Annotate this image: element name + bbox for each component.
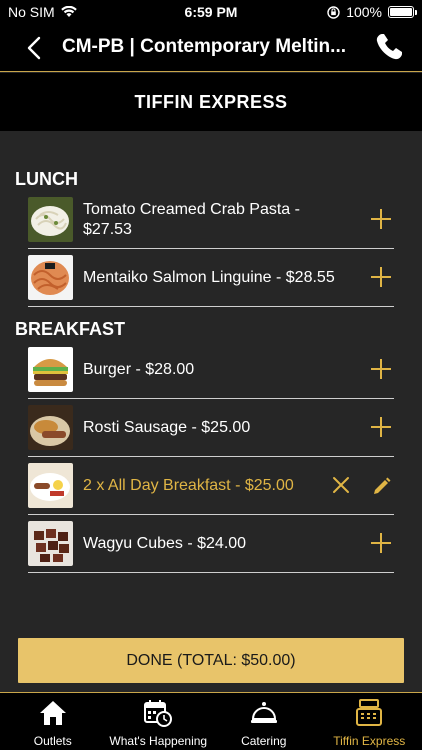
- nav-bar: CM-PB | Contemporary Meltin...: [0, 24, 422, 72]
- add-icon[interactable]: [370, 532, 392, 554]
- calendar-clock-icon: [144, 700, 173, 727]
- dish-thumbnail: [28, 255, 73, 300]
- tab-catering[interactable]: Catering: [211, 693, 317, 750]
- battery-percent: 100%: [346, 4, 382, 20]
- back-button[interactable]: [20, 34, 48, 62]
- menu-list: LUNCH Tomato Creamed Crab Pasta - $27.53…: [0, 131, 422, 636]
- add-icon[interactable]: [370, 358, 392, 380]
- dish-thumbnail: [28, 521, 73, 566]
- list-item[interactable]: Mentaiko Salmon Linguine - $28.55: [28, 249, 394, 307]
- item-label: Burger - $28.00: [83, 360, 195, 378]
- item-label: Wagyu Cubes - $24.00: [83, 534, 247, 552]
- tab-label: What's Happening: [109, 734, 208, 748]
- category-breakfast: BREAKFAST: [15, 319, 126, 339]
- edit-icon[interactable]: [372, 476, 392, 496]
- orientation-lock-icon: [327, 5, 340, 19]
- page-title: CM-PB | Contemporary Meltin...: [62, 36, 346, 57]
- category-lunch: LUNCH: [15, 169, 78, 189]
- phone-icon: [376, 34, 402, 60]
- list-item[interactable]: Burger - $28.00: [28, 341, 394, 399]
- tab-tiffin-express[interactable]: Tiffin Express: [317, 693, 422, 750]
- item-label: Mentaiko Salmon Linguine - $28.55: [83, 268, 335, 286]
- dish-thumbnail: [28, 197, 73, 242]
- status-bar: No SIM 6:59 PM 100%: [0, 0, 422, 24]
- add-icon[interactable]: [370, 416, 392, 438]
- dish-thumbnail: [28, 405, 73, 450]
- add-icon[interactable]: [370, 208, 392, 230]
- list-item-selected[interactable]: 2 x All Day Breakfast - $25.00: [28, 457, 394, 515]
- add-icon[interactable]: [370, 266, 392, 288]
- tab-label: Catering: [241, 734, 287, 748]
- done-button[interactable]: DONE (TOTAL: $50.00): [18, 638, 404, 683]
- call-button[interactable]: [374, 32, 404, 62]
- list-item[interactable]: Rosti Sausage - $25.00: [28, 399, 394, 457]
- tab-outlets[interactable]: Outlets: [0, 693, 106, 750]
- home-icon: [39, 701, 66, 725]
- tab-bar: Outlets What's Happening Catering Tiffin…: [0, 692, 422, 750]
- battery-icon: [388, 6, 417, 18]
- tab-label: Outlets: [33, 734, 72, 748]
- chevron-left-icon: [27, 36, 41, 60]
- cloche-icon: [250, 702, 277, 723]
- tab-whats-happening[interactable]: What's Happening: [106, 693, 212, 750]
- status-right: 100%: [327, 4, 417, 20]
- cash-register-icon: [356, 699, 383, 726]
- item-label: Tomato Creamed Crab Pasta - $27.53: [83, 200, 300, 238]
- list-item[interactable]: Tomato Creamed Crab Pasta - $27.53: [28, 191, 394, 249]
- dish-thumbnail: [28, 347, 73, 392]
- item-label: Rosti Sausage - $25.00: [83, 418, 251, 436]
- section-header: TIFFIN EXPRESS: [0, 73, 422, 131]
- dish-thumbnail: [28, 463, 73, 508]
- remove-icon[interactable]: [332, 476, 350, 494]
- list-item[interactable]: Wagyu Cubes - $24.00: [28, 515, 394, 573]
- item-label: 2 x All Day Breakfast - $25.00: [83, 476, 294, 494]
- tab-label: Tiffin Express: [333, 734, 406, 748]
